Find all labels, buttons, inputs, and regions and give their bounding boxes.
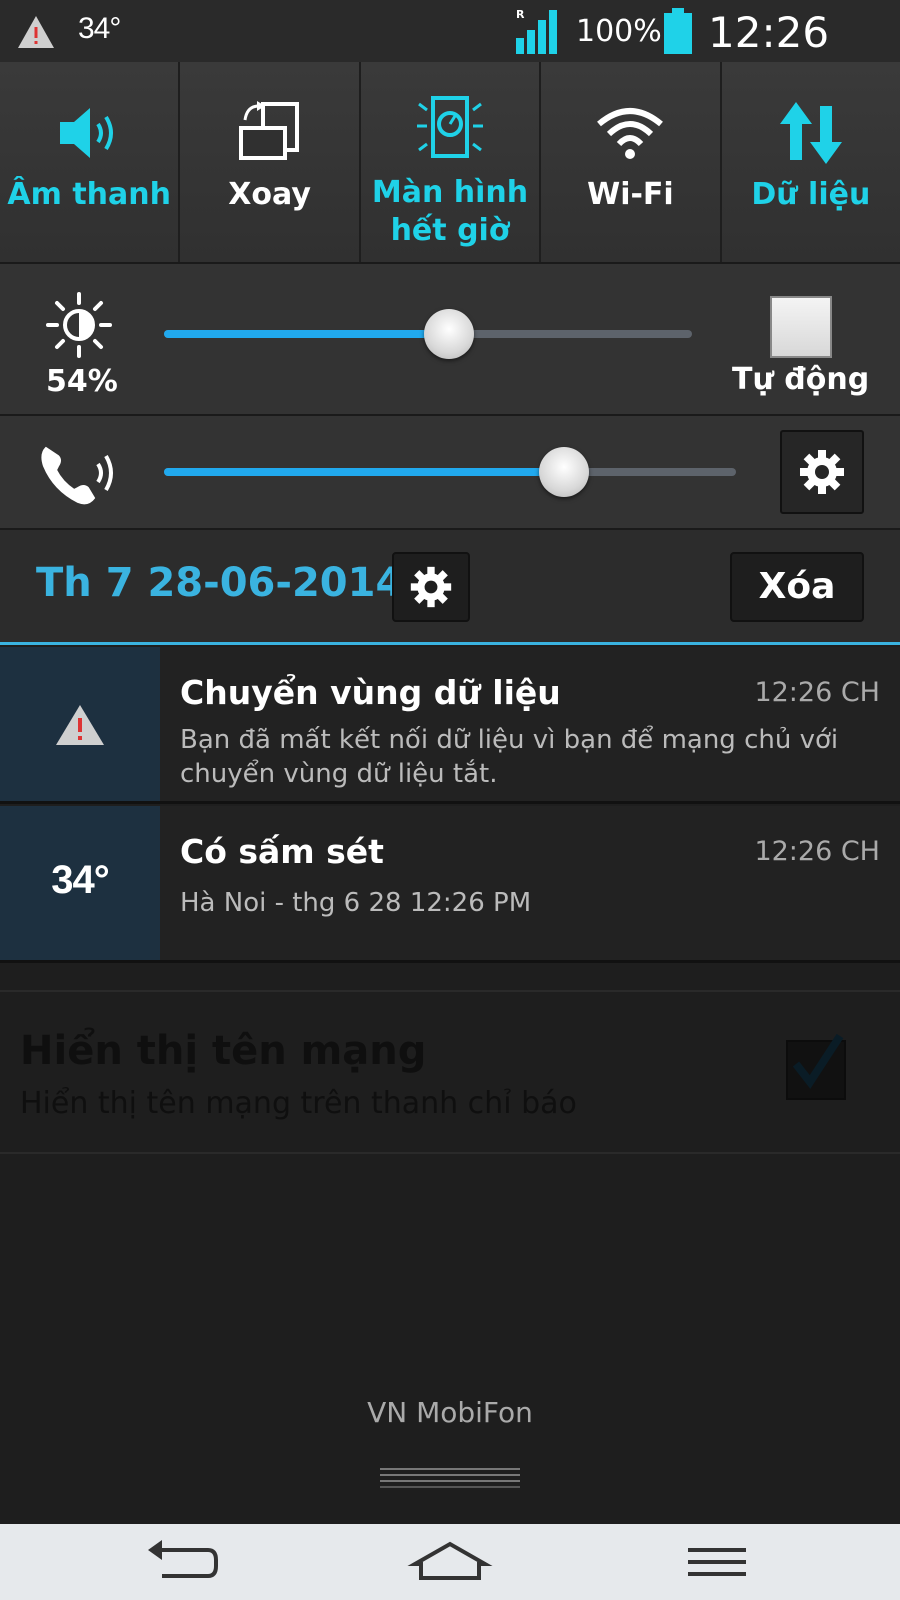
notification-text: Hà Noi - thg 6 28 12:26 PM bbox=[180, 888, 532, 918]
tile-sound-label: Âm thanh bbox=[7, 177, 171, 212]
menu-icon[interactable] bbox=[672, 1534, 762, 1590]
brightness-slider-thumb[interactable] bbox=[424, 309, 475, 359]
rotate-icon bbox=[238, 101, 299, 160]
auto-brightness-label: Tự động bbox=[732, 362, 870, 397]
clear-button[interactable]: Xóa bbox=[730, 552, 864, 622]
quick-settings: Âm thanh Xoay Màn hình hết giờ Wi-Fi Dữ … bbox=[0, 62, 900, 264]
tile-rotate-label: Xoay bbox=[228, 177, 311, 212]
tile-screen-timeout-label: Màn hình hết giờ bbox=[371, 175, 529, 248]
tile-rotate[interactable]: Xoay bbox=[180, 62, 361, 262]
notification-text: Bạn đã mất kết nối dữ liệu vì bạn để mạn… bbox=[180, 725, 839, 789]
date-label: Th 7 28-06-2014 bbox=[36, 560, 404, 606]
tile-data[interactable]: Dữ liệu bbox=[721, 62, 900, 262]
brightness-slider[interactable] bbox=[164, 309, 692, 359]
home-icon[interactable] bbox=[405, 1534, 495, 1590]
notification-time: 12:26 CH bbox=[754, 836, 880, 867]
weather-temperature: 34° bbox=[51, 858, 110, 902]
checkmark-icon bbox=[792, 1033, 844, 1089]
auto-brightness-checkbox[interactable] bbox=[770, 296, 832, 358]
tile-screen-timeout[interactable]: Màn hình hết giờ bbox=[360, 62, 542, 262]
status-temperature: 34° bbox=[78, 12, 121, 45]
gear-icon bbox=[410, 566, 452, 608]
background-setting-title: Hiển thị tên mạng bbox=[20, 1028, 427, 1074]
brightness-slider-fill bbox=[164, 330, 450, 338]
volume-slider-fill bbox=[164, 468, 565, 476]
notification-icon-area bbox=[0, 647, 160, 801]
brightness-icon bbox=[46, 292, 112, 358]
carrier-name: VN MobiFon bbox=[367, 1396, 533, 1429]
brightness-panel: 54% Tự động bbox=[0, 264, 900, 416]
notification-title: Có sấm sét bbox=[180, 832, 384, 871]
ringtone-volume-icon bbox=[41, 446, 113, 505]
notification-time: 12:26 CH bbox=[754, 677, 880, 708]
navigation-bar bbox=[0, 1524, 900, 1600]
tile-data-label: Dữ liệu bbox=[751, 177, 871, 212]
notification-data-roaming[interactable]: Chuyển vùng dữ liệu 12:26 CH Bạn đã mất … bbox=[0, 647, 900, 804]
background-setting-checkbox bbox=[786, 1033, 846, 1100]
settings-button[interactable] bbox=[392, 552, 470, 622]
signal-icon: R bbox=[516, 8, 557, 54]
roaming-indicator: R bbox=[516, 8, 525, 21]
volume-slider[interactable] bbox=[164, 447, 736, 497]
notification-weather[interactable]: 34° Có sấm sét 12:26 CH Hà Noi - thg 6 2… bbox=[0, 806, 900, 963]
back-icon[interactable] bbox=[138, 1534, 228, 1590]
drag-handle-icon[interactable] bbox=[380, 1466, 520, 1490]
screen-timeout-icon bbox=[417, 96, 484, 158]
warning-icon bbox=[18, 16, 54, 48]
background-setting-row: Hiển thị tên mạng Hiển thị tên mạng trên… bbox=[0, 990, 900, 1154]
tile-wifi-label: Wi-Fi bbox=[587, 177, 674, 212]
background-setting-subtitle: Hiển thị tên mạng trên thanh chỉ báo bbox=[20, 1086, 577, 1121]
gear-icon bbox=[800, 450, 844, 494]
warning-icon bbox=[56, 705, 104, 745]
speaker-icon bbox=[60, 108, 114, 158]
brightness-percent: 54% bbox=[46, 364, 118, 399]
tile-sound[interactable]: Âm thanh bbox=[0, 62, 181, 262]
data-icon bbox=[779, 102, 842, 164]
notification-icon-area: 34° bbox=[0, 806, 160, 960]
status-bar: 34° R 100% 12:26 CH bbox=[0, 0, 900, 106]
date-row: Th 7 28-06-2014 Xóa bbox=[0, 530, 900, 645]
wifi-icon bbox=[597, 108, 664, 159]
volume-slider-thumb[interactable] bbox=[539, 447, 590, 497]
tile-wifi[interactable]: Wi-Fi bbox=[541, 62, 722, 262]
battery-icon bbox=[664, 8, 692, 54]
volume-panel bbox=[0, 416, 900, 530]
volume-settings-button[interactable] bbox=[780, 430, 864, 514]
notification-title: Chuyển vùng dữ liệu bbox=[180, 673, 561, 712]
battery-percent: 100% bbox=[576, 14, 662, 49]
